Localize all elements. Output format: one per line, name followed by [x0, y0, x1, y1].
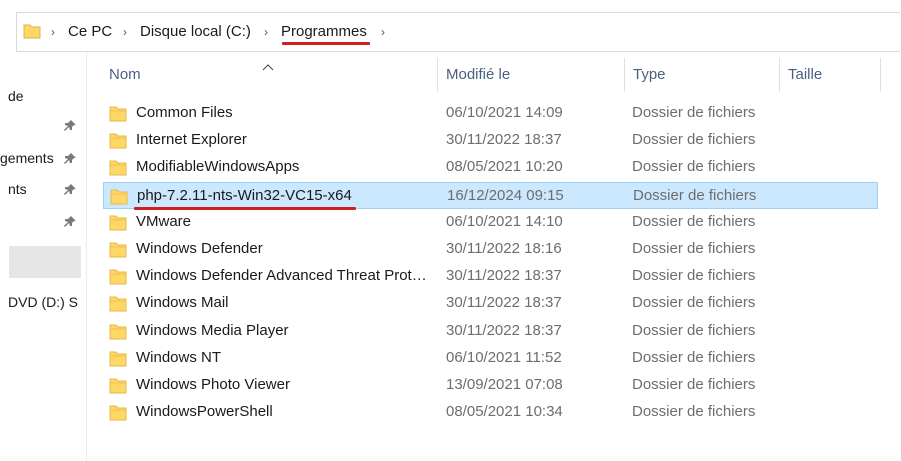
nav-item-selected[interactable] [9, 246, 81, 278]
column-divider[interactable] [779, 58, 780, 92]
folder-icon [109, 377, 127, 399]
file-name: Windows Media Player [136, 321, 289, 339]
annotation-underline [282, 42, 370, 45]
table-row[interactable]: Windows Defender 30/11/2022 18:16 Dossier … [103, 236, 878, 263]
table-row-selected[interactable]: php-7.2.11-nts-Win32-VC15-x64 16/12/2024 … [103, 181, 878, 210]
file-name: Windows NT [136, 348, 222, 366]
file-name: VMware [136, 212, 192, 230]
file-type: Dossier de fichiers [632, 104, 756, 121]
file-type: Dossier de fichiers [632, 348, 756, 366]
table-row[interactable]: Windows Mail 30/11/2022 18:37 Dossier de f… [103, 290, 878, 317]
table-row[interactable]: WindowsPowerShell 08/05/2021 10:34 Dossier… [103, 399, 878, 426]
file-modified-date: 06/10/2021 14:09 [446, 104, 563, 121]
file-name: Windows Defender Advanced Threat Prot… [136, 267, 427, 285]
file-type: Dossier de fichiers [632, 158, 756, 176]
pin-icon[interactable] [63, 152, 77, 171]
file-type: Dossier de fichiers [632, 321, 756, 339]
folder-icon [109, 350, 127, 372]
column-divider[interactable] [437, 58, 438, 92]
breadcrumb-item-ce-pc[interactable]: Ce PC [68, 23, 112, 40]
pane-divider [86, 52, 87, 461]
column-header-size[interactable]: Taille [788, 66, 822, 83]
table-row[interactable]: Internet Explorer 30/11/2022 18:37 Dossier… [103, 127, 878, 154]
pin-icon[interactable] [63, 183, 77, 202]
navigation-pane: de gements nts DVD (D:) S [0, 52, 90, 461]
file-modified-date: 08/05/2021 10:34 [446, 403, 563, 421]
breadcrumb-item-disque-local[interactable]: Disque local (C:) [140, 23, 251, 40]
folder-icon [110, 188, 128, 210]
folder-icon [109, 323, 127, 345]
column-header-name[interactable]: Nom [109, 66, 141, 83]
file-type: Dossier de fichiers [632, 403, 756, 421]
file-name: Internet Explorer [136, 131, 247, 149]
column-header-type[interactable]: Type [633, 66, 666, 83]
file-name: Windows Photo Viewer [136, 376, 290, 393]
nav-item-label[interactable]: de [8, 88, 24, 104]
file-modified-date: 30/11/2022 18:37 [446, 294, 562, 312]
file-name: Common Files [136, 104, 233, 121]
pin-icon[interactable] [63, 119, 77, 138]
file-type: Dossier de fichiers [632, 294, 756, 312]
table-row[interactable]: ModifiableWindowsApps 08/05/2021 10:20 Dos… [103, 154, 878, 181]
chevron-right-icon[interactable]: › [123, 25, 127, 39]
sort-ascending-icon [262, 58, 274, 76]
folder-icon [109, 404, 127, 426]
file-name: Windows Defender [136, 240, 263, 257]
file-modified-date: 06/10/2021 11:52 [446, 348, 562, 366]
nav-item-label[interactable]: gements [0, 150, 54, 166]
file-name: ModifiableWindowsApps [136, 158, 300, 176]
table-row[interactable]: Common Files 06/10/2021 14:09 Dossier de f… [103, 100, 878, 127]
nav-item-dvd-drive[interactable]: DVD (D:) S [8, 294, 78, 310]
file-type: Dossier de fichiers [633, 186, 757, 204]
chevron-right-icon: › [51, 25, 55, 39]
folder-icon [109, 159, 127, 181]
nav-item-label[interactable]: nts [8, 181, 27, 197]
folder-icon [109, 295, 127, 317]
chevron-right-icon[interactable]: › [381, 25, 385, 39]
folder-icon [109, 241, 127, 263]
file-name: php-7.2.11-nts-Win32-VC15-x64 [137, 186, 352, 204]
folder-icon [109, 214, 127, 236]
file-modified-date: 08/05/2021 10:20 [446, 158, 563, 176]
file-modified-date: 30/11/2022 18:37 [446, 131, 562, 149]
breadcrumb-item-programmes[interactable]: Programmes [281, 23, 367, 40]
address-bar[interactable]: › Ce PC › Disque local (C:) › Programmes… [16, 12, 900, 52]
file-modified-date: 30/11/2022 18:37 [446, 321, 562, 339]
file-name: Windows Mail [136, 294, 229, 312]
file-modified-date: 30/11/2022 18:37 [446, 267, 562, 285]
column-divider[interactable] [880, 58, 881, 92]
file-modified-date: 06/10/2021 14:10 [446, 212, 563, 230]
file-modified-date: 30/11/2022 18:16 [446, 240, 562, 257]
folder-icon [109, 105, 127, 127]
file-name: WindowsPowerShell [136, 403, 273, 421]
file-modified-date: 16/12/2024 09:15 [447, 186, 564, 204]
file-type: Dossier de fichiers [632, 267, 756, 285]
folder-icon [109, 132, 127, 154]
table-row[interactable]: Windows Defender Advanced Threat Prot… 30… [103, 263, 878, 290]
file-type: Dossier de fichiers [632, 240, 756, 257]
folder-icon [109, 268, 127, 290]
table-row[interactable]: Windows NT 06/10/2021 11:52 Dossier de fic… [103, 345, 878, 372]
table-row[interactable]: Windows Photo Viewer 13/09/2021 07:08 Doss… [103, 372, 878, 399]
pin-icon[interactable] [63, 215, 77, 234]
chevron-right-icon[interactable]: › [264, 25, 268, 39]
file-type: Dossier de fichiers [632, 212, 756, 230]
table-row[interactable]: VMware 06/10/2021 14:10 Dossier de fichier… [103, 209, 878, 236]
file-type: Dossier de fichiers [632, 376, 756, 393]
folder-icon [23, 22, 41, 45]
file-modified-date: 13/09/2021 07:08 [446, 376, 563, 393]
column-divider[interactable] [624, 58, 625, 92]
file-type: Dossier de fichiers [632, 131, 756, 149]
column-header-modified[interactable]: Modifié le [446, 66, 510, 83]
table-row[interactable]: Windows Media Player 30/11/2022 18:37 Doss… [103, 318, 878, 345]
